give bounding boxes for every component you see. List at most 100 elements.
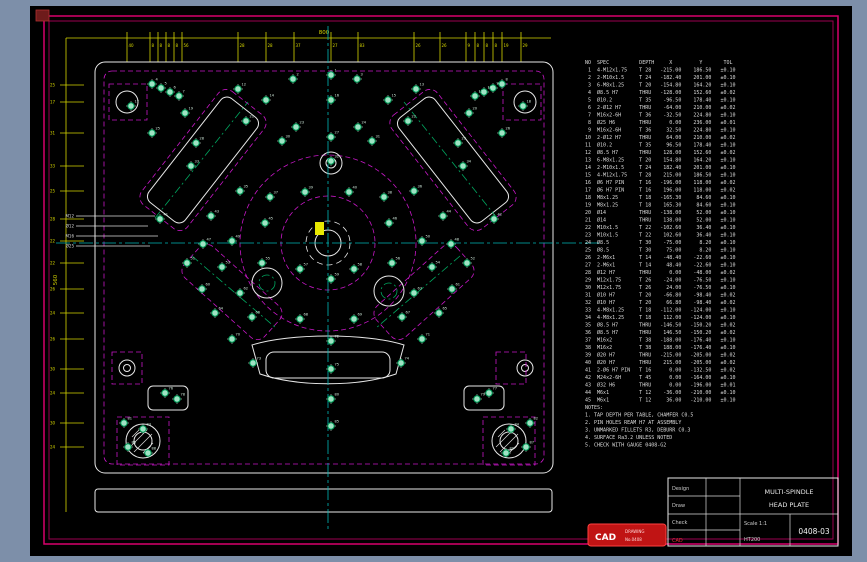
hole-marker <box>327 337 335 345</box>
hole-marker <box>228 237 236 245</box>
hole-marker <box>127 102 135 110</box>
tb-drawing-number: 0408-03 <box>798 527 830 536</box>
hole-marker <box>289 75 297 83</box>
hole-marker <box>463 259 471 267</box>
hole-table-row: 10 2-Ø12 H7 THRU 64.00 210.00 ±0.02 <box>585 134 736 141</box>
hole-marker <box>459 162 467 170</box>
hole-number: 66 <box>256 311 261 315</box>
hole-table-row: 5 Ø10.2 T 35 -96.50 178.40 ±0.10 <box>585 97 736 104</box>
hole-marker <box>327 71 335 79</box>
hole-number: 2 <box>297 73 299 77</box>
hole-marker <box>454 139 462 147</box>
hole-table-row: 4. SURFACE Ra3.2 UNLESS NOTED <box>585 435 672 441</box>
dim-value: 26 <box>442 43 448 48</box>
hole-number: 11 <box>479 90 484 94</box>
hole-number: 41 <box>164 213 169 217</box>
hole-table-row: 41 2-Ø6 H7 PIN T 16 0.00 -132.50 ±0.02 <box>585 367 736 374</box>
hole-marker <box>448 285 456 293</box>
hole-number: 34 <box>467 160 472 164</box>
hole-number: 63 <box>418 287 423 291</box>
hole-schedule-table: NO SPEC DEPTH X Y TOL 1 4-M12x1.75 T 28 … <box>585 60 736 449</box>
hole-marker <box>187 162 195 170</box>
hole-table-row: 19 M8x1.25 T 18 165.30 84.60 ±0.10 <box>585 203 736 209</box>
hole-marker <box>148 129 156 137</box>
hole-marker <box>498 80 506 88</box>
hole-number: 50 <box>426 235 431 239</box>
hole-number: 13 <box>420 83 425 87</box>
hole-marker <box>157 84 165 92</box>
dim-value: 27 <box>333 43 339 48</box>
hole-table-row: 18 M8x1.25 T 18 -165.30 84.60 ±0.10 <box>585 195 736 201</box>
hole-marker <box>139 425 147 433</box>
hole-table-row: 5. CHECK WITH GAUGE 0408-G2 <box>585 443 666 449</box>
hole-marker <box>447 240 455 248</box>
hole-table-row: 45 M6x1 T 12 36.00 -210.00 ±0.10 <box>585 398 736 404</box>
hole-table-row: 38 M16x2 T 38 188.00 -176.40 ±0.10 <box>585 345 736 351</box>
hole-number: 73 <box>257 357 262 361</box>
hole-marker <box>485 389 493 397</box>
hole-table-row: 34 4-M8x1.25 T 18 112.00 -124.00 ±0.10 <box>585 315 736 321</box>
hole-number: 21 <box>250 115 255 119</box>
hole-table-row: 3. UNMARKED FILLETS R3, DEBURR C0.3 <box>585 428 690 434</box>
hole-number: 59 <box>335 273 340 277</box>
hole-table-row: 30 M12x1.75 T 26 24.00 -76.50 ±0.10 <box>585 285 736 291</box>
hole-marker <box>262 96 270 104</box>
hole-number: 29 <box>462 137 467 141</box>
hole-marker <box>385 219 393 227</box>
hole-table-row: 40 Ø20 H7 THRU 215.00 -205.00 ±0.02 <box>585 359 736 366</box>
tb-draw-label: Draw <box>672 503 685 509</box>
cad-drawing-viewport[interactable]: 800 560 40 8 8 8 8 56 28 28 37 27 83 26 26 9 8 8 8 19 2925… <box>0 0 867 562</box>
hole-marker <box>248 313 256 321</box>
hole-table-row: 14 2-M10x1.5 T 24 182.40 201.00 ±0.10 <box>585 165 736 171</box>
tb-design-label: Design <box>672 486 689 492</box>
hole-marker <box>435 309 443 317</box>
hole-table-row: 28 Ø12 H7 THRU 0.00 -48.00 ±0.02 <box>585 269 736 276</box>
hole-number: 26 <box>506 127 511 131</box>
hole-number: 14 <box>270 94 275 98</box>
hole-marker <box>124 443 132 451</box>
hole-marker <box>350 265 358 273</box>
dim-value: 30 <box>50 367 56 372</box>
hole-number: 55 <box>266 257 271 261</box>
hole-marker <box>192 139 200 147</box>
hole-number: 49 <box>236 235 241 239</box>
hole-marker <box>292 123 300 131</box>
stamp-text: CAD <box>595 533 616 543</box>
hole-marker <box>404 117 412 125</box>
hole-marker <box>439 212 447 220</box>
hole-marker <box>236 187 244 195</box>
app-mark <box>35 9 50 22</box>
hole-table-row: 21 Ø14 THRU 138.00 52.00 ±0.10 <box>585 217 736 224</box>
hole-number: 33 <box>195 160 200 164</box>
hole-marker <box>236 289 244 297</box>
hole-table-row: 4 Ø8.5 H7 THRU -128.00 152.60 ±0.02 <box>585 89 736 96</box>
hole-table-row: 2 2-M10x1.5 T 24 -182.40 201.00 ±0.10 <box>585 75 736 81</box>
hole-marker <box>218 263 226 271</box>
hole-marker <box>519 102 527 110</box>
hole-number: 87 <box>530 441 535 445</box>
hole-number: 5 <box>165 82 167 86</box>
hole-marker <box>327 275 335 283</box>
hole-marker <box>490 215 498 223</box>
hole-table-row: 22 M10x1.5 T 22 -102.60 36.40 ±0.10 <box>585 225 736 231</box>
hole-number: 31 <box>376 135 381 139</box>
hole-marker <box>350 315 358 323</box>
tb-material: HT200 <box>744 537 760 543</box>
tb-part-name-2: HEAD PLATE <box>769 501 809 509</box>
hole-number: 25 <box>156 127 161 131</box>
hole-number: 78 <box>181 393 186 397</box>
hole-number: 86 <box>132 441 137 445</box>
hole-number: 62 <box>244 287 249 291</box>
hole-marker <box>412 85 420 93</box>
leader-label: Ø25 <box>66 244 75 249</box>
hole-marker <box>353 75 361 83</box>
dim-value: 26 <box>50 337 56 342</box>
hole-marker <box>368 137 376 145</box>
hole-number: 37 <box>274 191 279 195</box>
hole-table-row: 2. PIN HOLES REAM H7 AT ASSEMBLY <box>585 420 681 426</box>
hole-number: 70 <box>236 333 241 337</box>
hole-number: 85 <box>335 420 340 424</box>
selection-marker <box>315 222 324 235</box>
hole-number: 83 <box>147 423 152 427</box>
hole-marker <box>384 96 392 104</box>
